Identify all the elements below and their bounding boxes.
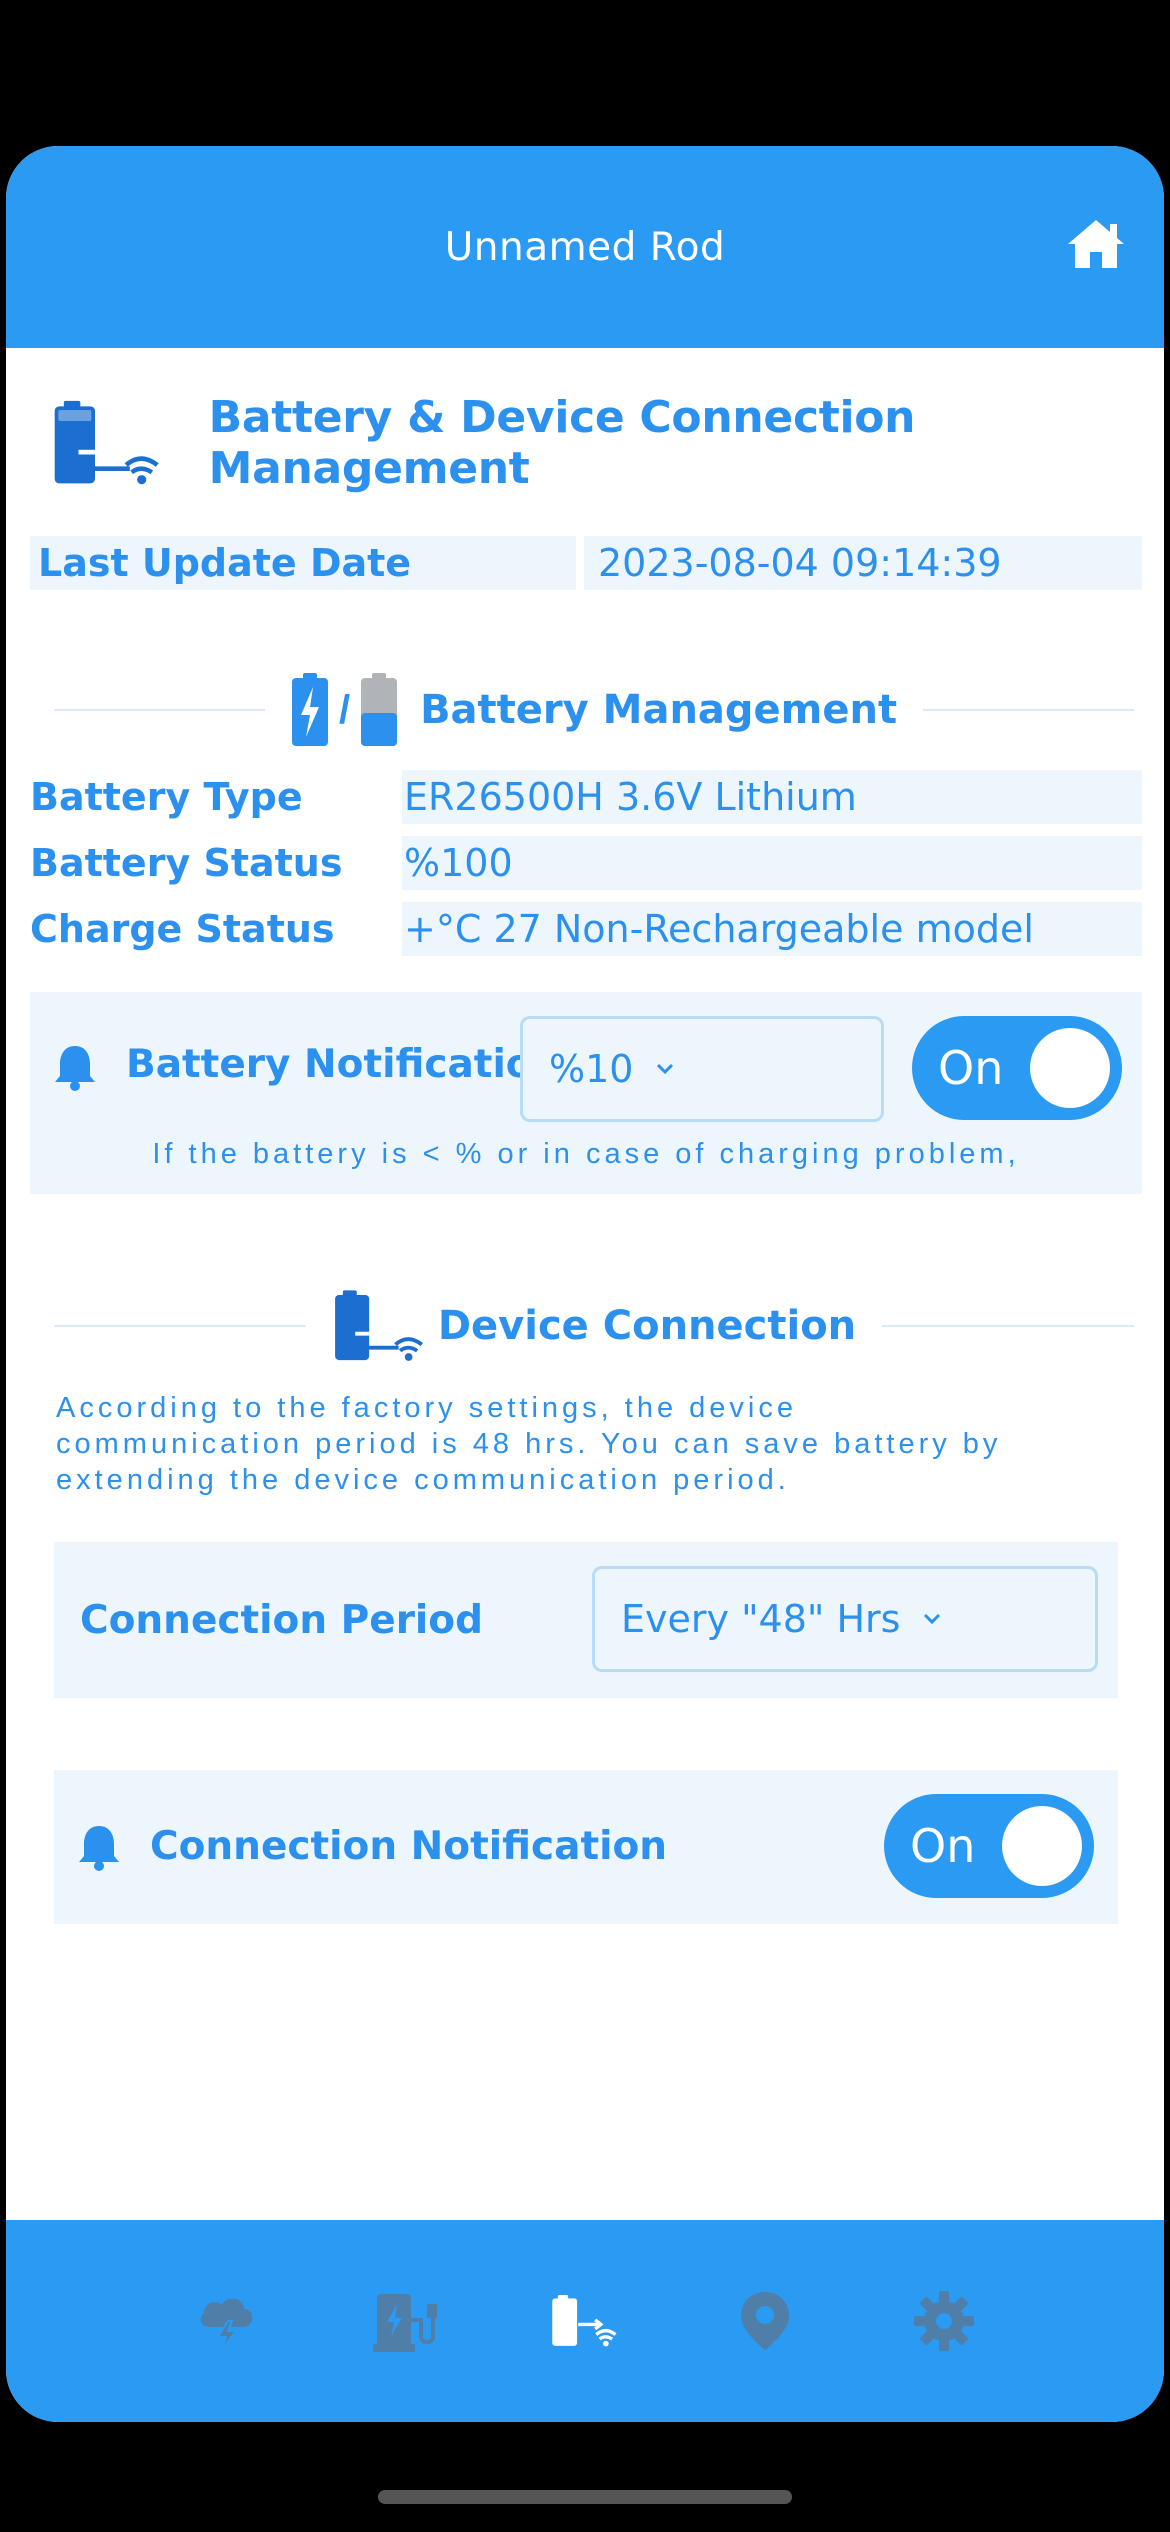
- bell-icon: [55, 1046, 95, 1091]
- toggle-knob: [1002, 1806, 1082, 1886]
- nav-location[interactable]: [730, 2286, 800, 2356]
- description-line: extending the device communication perio…: [56, 1464, 790, 1496]
- connection-notification-panel: Connection Notification On: [54, 1770, 1118, 1924]
- battery-threshold-value: %10: [549, 1047, 634, 1091]
- divider: [923, 709, 1135, 711]
- chevron-down-icon: [657, 1063, 674, 1075]
- battery-wifi-icon: [54, 400, 159, 485]
- app-header: Unnamed Rod: [6, 146, 1164, 348]
- battery-connection-icon: [552, 2295, 617, 2347]
- weather-icon: [200, 2298, 253, 2350]
- last-update-label: Last Update Date: [30, 536, 576, 590]
- toggle-state-label: On: [910, 1819, 976, 1873]
- battery-notification-panel: Battery Notification %10 On If the batte…: [30, 992, 1142, 1194]
- connection-notification-label: Connection Notification: [150, 1824, 668, 1869]
- battery-status-label: Battery Status: [30, 841, 343, 885]
- divider: [54, 1325, 306, 1327]
- battery-notification-hint: If the battery is < % or in case of char…: [152, 1138, 1020, 1170]
- connection-period-select[interactable]: Every "48" Hrs: [592, 1566, 1098, 1672]
- header-title: Unnamed Rod: [444, 224, 726, 270]
- section-separator: /: [338, 687, 351, 732]
- battery-section-title: Battery Management: [420, 687, 898, 733]
- nav-charging[interactable]: [370, 2286, 440, 2356]
- description-line: According to the factory settings, the d…: [56, 1392, 797, 1424]
- divider: [54, 709, 265, 711]
- connection-period-panel: Connection Period Every "48" Hrs: [54, 1542, 1118, 1698]
- toggle-state-label: On: [938, 1041, 1004, 1095]
- nav-weather[interactable]: [191, 2286, 261, 2356]
- bell-icon: [79, 1826, 119, 1871]
- charging-icon: [373, 2294, 438, 2352]
- nav-battery-connection[interactable]: [550, 2286, 620, 2356]
- charge-status-label: Charge Status: [30, 907, 335, 951]
- charging-battery-icon: [291, 673, 328, 746]
- battery-status-value: %100: [402, 836, 1142, 890]
- battery-type-label: Battery Type: [30, 775, 303, 819]
- charge-status-value: +°C 27 Non-Rechargeable model: [402, 902, 1142, 956]
- battery-type-row: Battery Type ER26500H 3.6V Lithium: [30, 770, 1142, 824]
- location-icon: [740, 2292, 789, 2350]
- connection-period-value: Every "48" Hrs: [621, 1597, 901, 1641]
- battery-notification-toggle[interactable]: On: [912, 1016, 1122, 1120]
- last-update-row: Last Update Date 2023-08-04 09:14:39: [30, 536, 1142, 590]
- chevron-down-icon: [924, 1613, 941, 1625]
- battery-status-row: Battery Status %100: [30, 836, 1142, 890]
- page-heading: Battery & Device Connection Management: [51, 392, 1164, 494]
- device-section-header: Device Connection: [54, 1286, 1134, 1366]
- battery-threshold-select[interactable]: %10: [520, 1016, 884, 1122]
- divider: [882, 1325, 1134, 1327]
- nav-settings[interactable]: [909, 2286, 979, 2356]
- device-connection-description: According to the factory settings, the d…: [56, 1390, 1116, 1498]
- device-section-title: Device Connection: [437, 1303, 857, 1349]
- charge-status-row: Charge Status +°C 27 Non-Rechargeable mo…: [30, 902, 1142, 956]
- last-update-value: 2023-08-04 09:14:39: [584, 536, 1142, 590]
- page-title: Battery & Device Connection Management: [208, 392, 916, 494]
- home-indicator[interactable]: [378, 2490, 792, 2504]
- battery-type-value: ER26500H 3.6V Lithium: [402, 770, 1142, 824]
- app-screen: Unnamed Rod Battery & Device Connection …: [6, 146, 1164, 2422]
- home-button[interactable]: [1066, 216, 1126, 272]
- home-icon: [1068, 220, 1124, 268]
- toggle-knob: [1030, 1028, 1110, 1108]
- connection-period-label: Connection Period: [80, 1598, 484, 1643]
- battery-wifi-icon: [334, 1290, 423, 1361]
- bottom-navigation: [6, 2220, 1164, 2422]
- settings-icon: [914, 2291, 975, 2351]
- description-line: communication period is 48 hrs. You can …: [56, 1428, 1002, 1460]
- battery-section-header: / Battery Management: [54, 670, 1135, 750]
- battery-level-icon: [361, 673, 398, 746]
- battery-notification-label: Battery Notification: [126, 1042, 561, 1087]
- connection-notification-toggle[interactable]: On: [884, 1794, 1094, 1898]
